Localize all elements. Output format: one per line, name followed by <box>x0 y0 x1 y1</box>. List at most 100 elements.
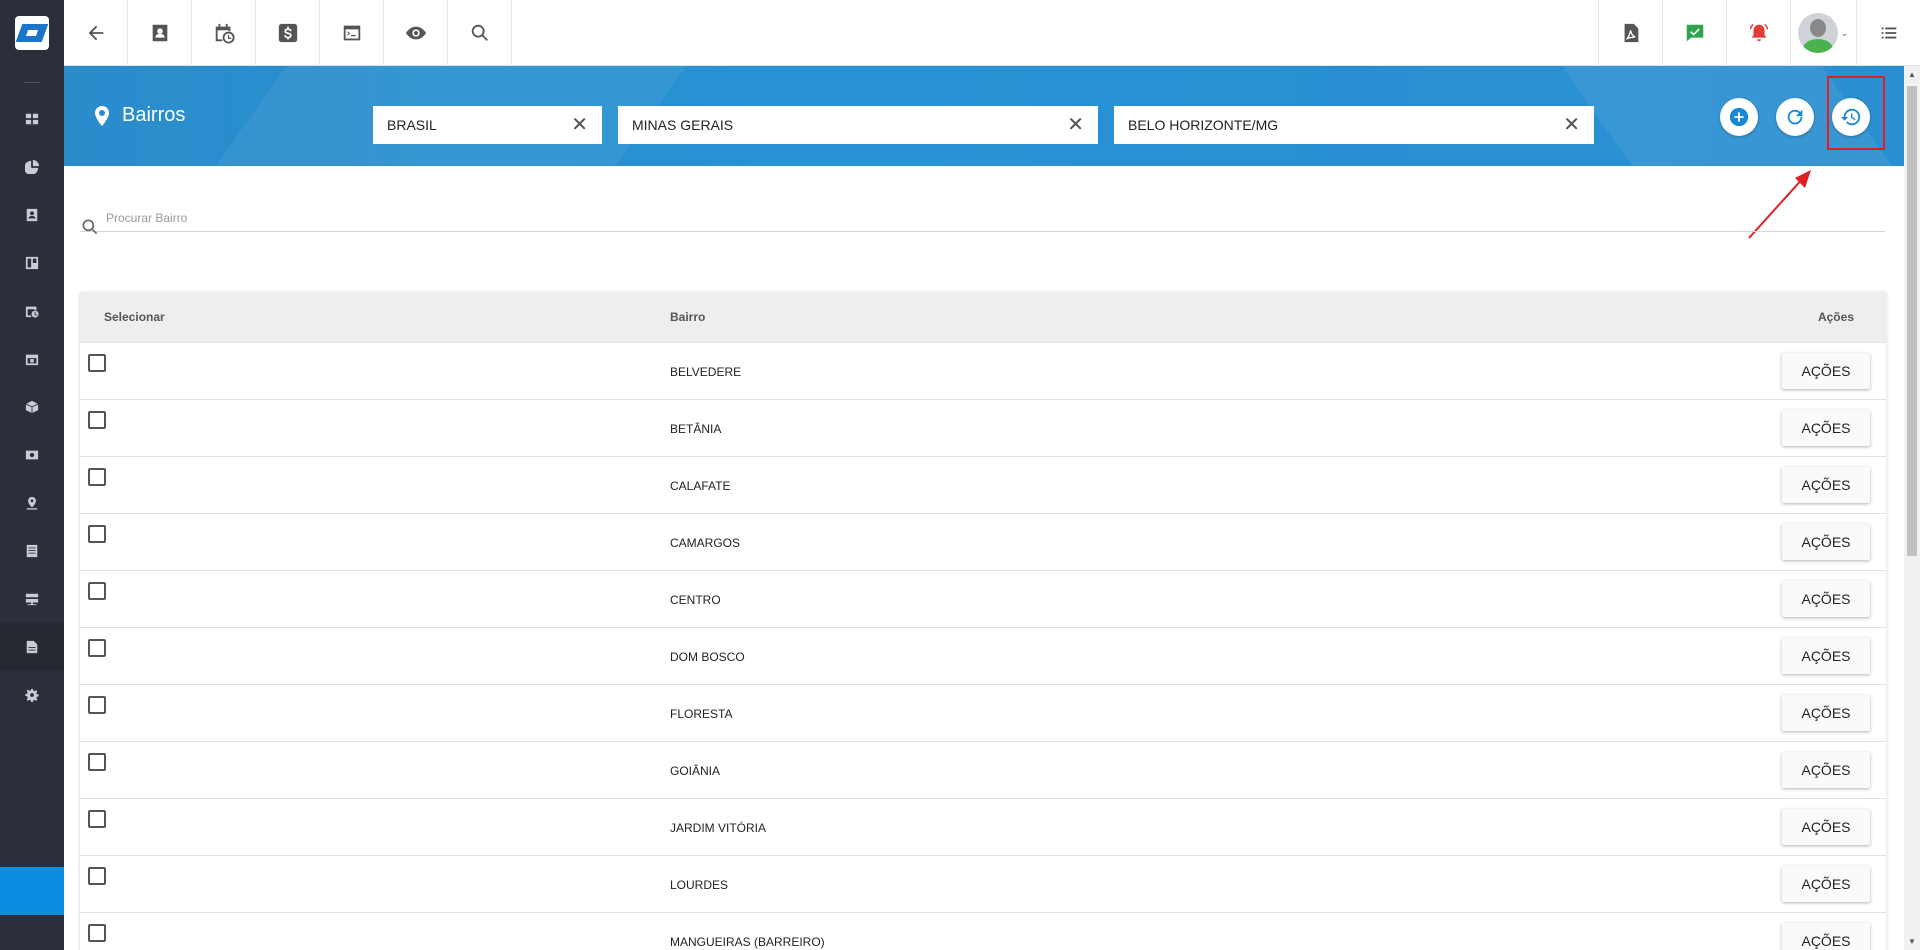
scroll-down-icon[interactable]: ▼ <box>1908 937 1916 946</box>
terminal-icon <box>343 25 360 41</box>
actions-button[interactable]: AÇÕES <box>1782 353 1870 389</box>
box-icon <box>25 400 39 414</box>
money-icon <box>25 450 39 460</box>
actions-button[interactable]: AÇÕES <box>1782 752 1870 788</box>
back-button[interactable] <box>64 0 128 66</box>
sidebar-item-reports[interactable] <box>0 143 64 191</box>
search-icon <box>471 24 488 41</box>
scrollbar-thumb[interactable] <box>1907 86 1917 556</box>
row-bairro: CALAFATE <box>670 479 731 493</box>
row-checkbox[interactable] <box>88 411 106 429</box>
contact-card-icon <box>26 208 38 222</box>
avatar <box>1798 13 1839 53</box>
logo-mark <box>15 16 49 50</box>
city-filter-value: BELO HORIZONTE/MG <box>1128 117 1279 133</box>
row-checkbox[interactable] <box>88 867 106 885</box>
row-checkbox[interactable] <box>88 525 106 543</box>
actions-button[interactable]: AÇÕES <box>1782 638 1870 674</box>
user-menu[interactable]: ⌄ <box>1790 0 1856 66</box>
actions-button[interactable]: AÇÕES <box>1782 524 1870 560</box>
sidebar-item-servers[interactable] <box>0 575 64 623</box>
schedule-button[interactable] <box>192 0 256 66</box>
actions-button[interactable]: AÇÕES <box>1782 467 1870 503</box>
row-checkbox[interactable] <box>88 924 106 942</box>
grid-icon <box>25 113 39 125</box>
page-title: Bairros <box>92 104 185 127</box>
pdf-button[interactable] <box>1598 0 1662 66</box>
page-title-text: Bairros <box>122 104 186 126</box>
table-row: GOIÂNIA AÇÕES <box>80 741 1886 798</box>
sidebar-divider <box>24 82 40 83</box>
clear-state-icon[interactable]: ✕ <box>1067 115 1084 135</box>
row-checkbox[interactable] <box>88 354 106 372</box>
chevron-down-icon: ⌄ <box>1840 27 1849 39</box>
country-filter[interactable]: BRASIL ✕ <box>373 106 602 144</box>
actions-button[interactable]: AÇÕES <box>1782 410 1870 446</box>
city-filter[interactable]: BELO HORIZONTE/MG ✕ <box>1114 106 1594 144</box>
actions-button[interactable]: AÇÕES <box>1782 695 1870 731</box>
sidebar-item-board[interactable] <box>0 239 64 287</box>
terminal-button[interactable] <box>320 0 384 66</box>
row-bairro: JARDIM VITÓRIA <box>670 821 767 835</box>
table-row: FLORESTA AÇÕES <box>80 684 1886 741</box>
row-checkbox[interactable] <box>88 696 106 714</box>
eye-icon <box>405 26 426 40</box>
sidebar-item-documents[interactable] <box>0 623 64 671</box>
sidebar-item-finance[interactable] <box>0 431 64 479</box>
sidebar-item-contacts[interactable] <box>0 191 64 239</box>
state-filter-value: MINAS GERAIS <box>632 117 734 133</box>
table-row: CALAFATE AÇÕES <box>80 456 1886 513</box>
sidebar-active-block[interactable] <box>0 867 64 915</box>
highlight-box <box>1827 76 1885 150</box>
table-row: LOURDES AÇÕES <box>80 855 1886 912</box>
contacts-button[interactable] <box>128 0 192 66</box>
header-select: Selecionar <box>104 310 165 324</box>
view-button[interactable] <box>384 0 448 66</box>
sidebar-item-locations[interactable] <box>0 479 64 527</box>
state-filter[interactable]: MINAS GERAIS ✕ <box>618 106 1098 144</box>
search-input[interactable] <box>106 211 706 231</box>
row-checkbox[interactable] <box>88 468 106 486</box>
plus-circle-icon <box>1729 107 1749 127</box>
row-bairro: BELVEDERE <box>670 365 742 379</box>
page-scrollbar[interactable]: ▲ ▼ <box>1904 66 1920 950</box>
sidebar-item-list[interactable] <box>0 527 64 575</box>
row-bairro: CAMARGOS <box>670 536 741 550</box>
clear-country-icon[interactable]: ✕ <box>571 115 588 135</box>
actions-button[interactable]: AÇÕES <box>1782 581 1870 617</box>
row-bairro: LOURDES <box>670 878 729 892</box>
search-icon <box>82 219 98 235</box>
sidebar-item-calendar[interactable] <box>0 335 64 383</box>
header-bairro: Bairro <box>670 310 706 324</box>
row-checkbox[interactable] <box>88 639 106 657</box>
row-checkbox[interactable] <box>88 753 106 771</box>
table-row: BETÂNIA AÇÕES <box>80 399 1886 456</box>
actions-button[interactable]: AÇÕES <box>1782 923 1870 950</box>
actions-button[interactable]: AÇÕES <box>1782 809 1870 845</box>
app-logo[interactable] <box>0 0 64 66</box>
row-checkbox[interactable] <box>88 810 106 828</box>
finance-button[interactable] <box>256 0 320 66</box>
list-icon <box>26 544 38 558</box>
search-bar <box>80 206 1885 235</box>
menu-button[interactable] <box>1856 0 1920 66</box>
table-row: MANGUEIRAS (BARREIRO) AÇÕES <box>80 912 1886 950</box>
list-menu-icon <box>1881 27 1896 39</box>
messages-button[interactable] <box>1662 0 1726 66</box>
scroll-up-icon[interactable]: ▲ <box>1908 70 1916 79</box>
clear-city-icon[interactable]: ✕ <box>1563 115 1580 135</box>
sidebar-item-products[interactable] <box>0 383 64 431</box>
actions-button[interactable]: AÇÕES <box>1782 866 1870 902</box>
table-row: JARDIM VITÓRIA AÇÕES <box>80 798 1886 855</box>
gear-icon <box>25 688 39 702</box>
sidebar-item-dashboard[interactable] <box>0 95 64 143</box>
location-icon <box>26 496 38 510</box>
search-button[interactable] <box>448 0 512 66</box>
sidebar-item-settings[interactable] <box>0 671 64 719</box>
sidebar-item-schedule[interactable] <box>0 287 64 335</box>
notifications-button[interactable] <box>1726 0 1790 66</box>
add-button[interactable] <box>1720 98 1758 136</box>
refresh-button[interactable] <box>1776 98 1814 136</box>
table-row: CAMARGOS AÇÕES <box>80 513 1886 570</box>
row-checkbox[interactable] <box>88 582 106 600</box>
